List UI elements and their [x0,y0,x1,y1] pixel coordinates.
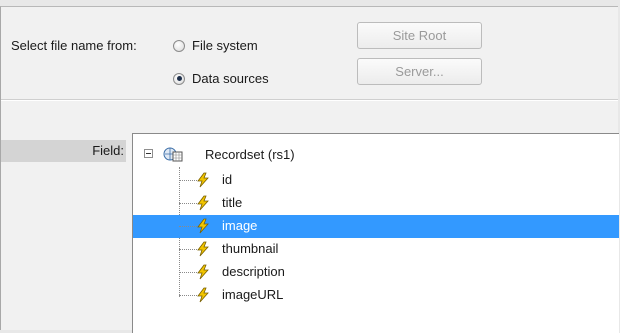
file-source-section: Select file name from: File system Data … [1,7,618,95]
data-sources-label: Data sources [192,71,269,86]
lightning-bolt-icon [197,287,209,303]
tree-item-id[interactable]: id [133,169,619,192]
section-divider-highlight [1,100,618,101]
lightning-bolt-icon [197,264,209,280]
tree-item-image[interactable]: image [133,215,619,238]
tree-item-label: description [222,264,285,279]
tree-item-label: title [222,195,243,210]
field-tree[interactable]: Recordset (rs1) id title image thumbnail… [132,133,619,333]
tree-item-label: image [222,218,258,233]
site-root-button[interactable]: Site Root [357,22,482,49]
recordset-icon [163,147,183,162]
server-button[interactable]: Server... [357,58,482,85]
tree-item-title[interactable]: title [133,192,619,215]
data-sources-option[interactable]: Data sources [173,71,269,86]
lightning-bolt-icon [197,218,209,234]
select-file-source-label: Select file name from: [11,38,137,53]
select-file-dialog: Select file name from: File system Data … [0,6,619,333]
tree-item-label: thumbnail [222,241,279,256]
file-system-radio[interactable] [173,39,185,52]
file-system-label: File system [192,38,258,53]
field-label-bar: Field: [1,140,126,162]
lightning-bolt-icon [197,172,209,188]
collapse-icon[interactable] [144,149,153,158]
field-label: Field: [92,143,124,158]
file-system-option[interactable]: File system [173,38,258,53]
lightning-bolt-icon [197,241,209,257]
tree-item-label: imageURL [222,287,284,302]
tree-item-label: id [222,172,233,187]
tree-item-imageurl[interactable]: imageURL [133,284,619,307]
tree-item-thumbnail[interactable]: thumbnail [133,238,619,261]
lightning-bolt-icon [197,195,209,211]
tree-root-label: Recordset (rs1) [205,147,295,162]
data-sources-radio[interactable] [173,72,185,85]
tree-root-recordset[interactable]: Recordset (rs1) [133,145,619,165]
tree-item-description[interactable]: description [133,261,619,284]
